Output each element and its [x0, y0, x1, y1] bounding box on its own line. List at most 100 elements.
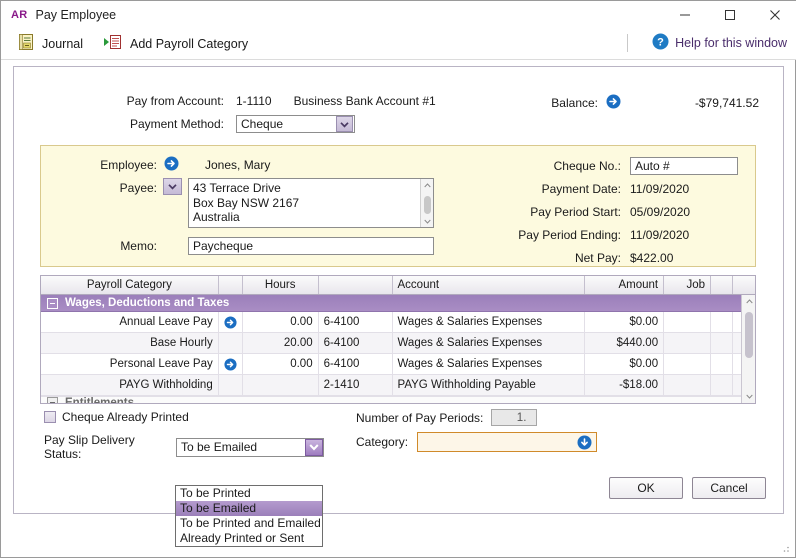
- payment-method-select[interactable]: Cheque: [236, 115, 355, 133]
- cell-account-name: Wages & Salaries Expenses: [393, 312, 586, 332]
- scrollbar-thumb[interactable]: [424, 196, 431, 214]
- cheque-already-printed-row[interactable]: Cheque Already Printed: [44, 410, 189, 424]
- dropdown-option-to-be-printed[interactable]: To be Printed: [176, 486, 322, 501]
- number-of-pay-periods-input: 1.: [491, 409, 538, 426]
- payee-dropdown-button[interactable]: [163, 178, 182, 195]
- cell-account-name: Wages & Salaries Expenses: [393, 333, 586, 353]
- scrollbar-thumb[interactable]: [745, 312, 753, 358]
- collapse-icon[interactable]: [47, 297, 58, 309]
- column-header-account[interactable]: Account: [393, 276, 586, 294]
- close-button[interactable]: [752, 1, 796, 28]
- cell-hours: [243, 375, 319, 395]
- cancel-button[interactable]: Cancel: [692, 477, 766, 499]
- column-header-job[interactable]: Job: [664, 276, 712, 294]
- payee-label: Payee:: [119, 181, 157, 195]
- pay-period-ending-label: Pay Period Ending:: [518, 227, 621, 242]
- scroll-down-icon[interactable]: [421, 215, 434, 227]
- add-payroll-category-button[interactable]: Add Payroll Category: [99, 31, 252, 57]
- help-for-this-window-link[interactable]: ? Help for this window: [652, 32, 787, 54]
- employee-value[interactable]: Jones, Mary: [205, 158, 270, 172]
- chevron-down-icon[interactable]: [305, 438, 323, 456]
- table-row[interactable]: Base Hourly 20.00 6-4100 Wages & Salarie…: [41, 333, 755, 354]
- cell-job: [664, 375, 712, 395]
- grid-group-row-entitlements[interactable]: Entitlements: [41, 396, 755, 404]
- column-header-account-no[interactable]: [319, 276, 393, 294]
- window-title: Pay Employee: [35, 7, 117, 22]
- cheque-already-printed-checkbox[interactable]: [44, 411, 56, 423]
- ok-button[interactable]: OK: [609, 477, 683, 499]
- cell-extra-1: [711, 375, 734, 395]
- cheque-no-row: Cheque No.: Auto #: [441, 154, 741, 177]
- balance-value: -$79,741.52: [694, 96, 759, 110]
- payee-address-textarea[interactable]: 43 Terrace Drive Box Bay NSW 2167 Austra…: [188, 178, 434, 228]
- scroll-up-icon[interactable]: [421, 179, 433, 191]
- cell-account-name: Wages & Salaries Expenses: [393, 354, 586, 374]
- grid-group-row-wages[interactable]: Wages, Deductions and Taxes: [41, 295, 755, 312]
- column-header-amount[interactable]: Amount: [585, 276, 665, 294]
- category-dropdown-icon[interactable]: [577, 435, 592, 453]
- cell-category: Personal Leave Pay: [41, 354, 219, 374]
- title-bar: AR Pay Employee: [1, 1, 796, 28]
- category-label: Category:: [356, 435, 409, 449]
- minimize-button[interactable]: [662, 1, 707, 28]
- cell-job: [664, 354, 712, 374]
- row-arrow-icon[interactable]: [219, 354, 243, 374]
- cell-arrow-placeholder: [219, 375, 243, 395]
- svg-text:?: ?: [657, 36, 664, 48]
- resize-grip[interactable]: [779, 542, 791, 554]
- number-of-pay-periods-row: Number of Pay Periods: 1.: [356, 409, 538, 426]
- column-header-arrow[interactable]: [219, 276, 243, 294]
- grid-group-row-entitlements-label: Entitlements: [65, 396, 135, 404]
- chevron-down-icon[interactable]: [336, 116, 353, 132]
- number-of-pay-periods-label: Number of Pay Periods:: [356, 410, 484, 425]
- scroll-up-icon[interactable]: [742, 295, 755, 308]
- maximize-button[interactable]: [707, 1, 752, 28]
- payment-date-label: Payment Date:: [541, 181, 621, 196]
- memo-input[interactable]: Paycheque: [188, 237, 434, 255]
- pay-period-start-value[interactable]: 05/09/2020: [630, 205, 690, 219]
- main-panel: Pay from Account: 1-1110 Business Bank A…: [13, 66, 784, 514]
- column-header-payroll-category[interactable]: Payroll Category: [41, 276, 219, 294]
- pay-from-account-name: Business Bank Account #1: [293, 94, 436, 108]
- journal-button[interactable]: Journal: [13, 31, 87, 57]
- add-payroll-category-icon: [103, 33, 123, 54]
- payee-address-scrollbar[interactable]: [420, 179, 433, 227]
- grid-group-row-wages-label: Wages, Deductions and Taxes: [65, 297, 230, 309]
- grid-vertical-scrollbar[interactable]: [741, 295, 755, 403]
- payee-row: Payee: 43 Terrace Drive Box Bay NSW 2167…: [41, 178, 434, 228]
- column-header-extra-2[interactable]: [733, 276, 755, 294]
- dropdown-option-to-be-printed-and-emailed[interactable]: To be Printed and Emailed: [176, 516, 322, 531]
- employee-arrow-icon[interactable]: [164, 156, 179, 174]
- row-arrow-icon[interactable]: [219, 312, 243, 332]
- payee-address-line-2: Box Bay NSW 2167: [193, 195, 300, 210]
- pay-slip-delivery-status-select[interactable]: To be Emailed: [176, 437, 324, 457]
- cell-account-no: 6-4100: [319, 312, 393, 332]
- column-header-extra-1[interactable]: [711, 276, 734, 294]
- expand-icon[interactable]: [47, 397, 58, 403]
- net-pay-label: Net Pay:: [574, 250, 621, 265]
- dropdown-option-already-printed-or-sent[interactable]: Already Printed or Sent: [176, 531, 322, 546]
- app-badge: AR: [11, 8, 28, 21]
- pay-from-account-number[interactable]: 1-1110: [236, 94, 272, 108]
- window-controls: [662, 1, 796, 28]
- pay-slip-delivery-status-dropdown[interactable]: To be Printed To be Emailed To be Printe…: [175, 485, 323, 547]
- category-input[interactable]: [417, 432, 598, 453]
- cheque-no-input[interactable]: Auto #: [630, 156, 738, 175]
- payment-method-row: Payment Method: Cheque: [14, 115, 544, 133]
- scroll-down-icon[interactable]: [742, 390, 755, 403]
- balance-arrow-icon[interactable]: [606, 94, 621, 112]
- column-header-hours[interactable]: Hours: [243, 276, 319, 294]
- cheque-already-printed-label: Cheque Already Printed: [62, 410, 189, 424]
- help-label: Help for this window: [675, 36, 787, 50]
- table-row[interactable]: Personal Leave Pay 0.00 6-4100 Wages & S…: [41, 354, 755, 375]
- cell-job: [664, 312, 712, 332]
- dropdown-option-to-be-emailed[interactable]: To be Emailed: [176, 501, 322, 516]
- pay-period-ending-row: Pay Period Ending: 11/09/2020: [441, 223, 741, 246]
- payment-date-value[interactable]: 11/09/2020: [630, 182, 689, 196]
- payroll-category-grid: Payroll Category Hours Account Amount Jo…: [40, 275, 756, 404]
- grid-header-row: Payroll Category Hours Account Amount Jo…: [41, 276, 755, 295]
- payee-address-line-1: 43 Terrace Drive: [193, 181, 281, 195]
- table-row[interactable]: PAYG Withholding 2-1410 PAYG Withholding…: [41, 375, 755, 396]
- pay-period-ending-value[interactable]: 11/09/2020: [630, 228, 689, 242]
- table-row[interactable]: Annual Leave Pay 0.00 6-4100 Wages & Sal…: [41, 312, 755, 333]
